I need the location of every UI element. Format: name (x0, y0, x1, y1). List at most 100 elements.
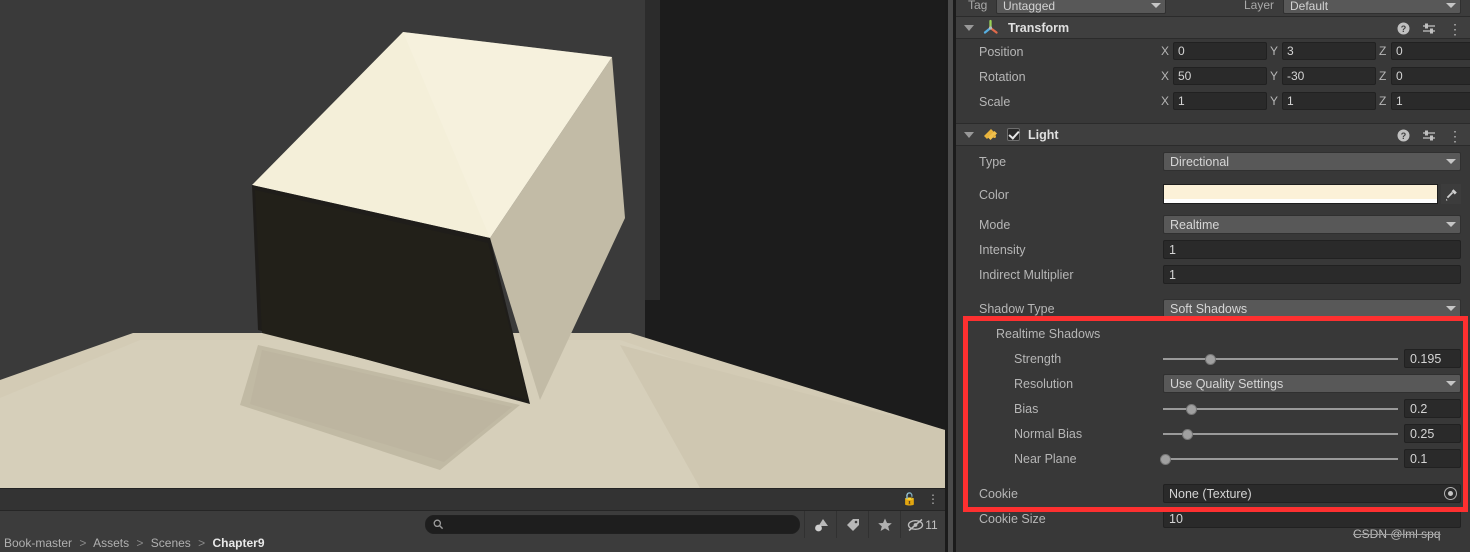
shadow-bias-row: Bias 0.2 (956, 396, 1470, 421)
panel-divider[interactable] (945, 0, 956, 552)
light-bulb-rays-icon (984, 129, 997, 140)
transform-rotation-row: Rotation X 50 Y -30 Z 0 (956, 64, 1470, 89)
realtime-shadows-label: Realtime Shadows (996, 326, 1101, 341)
scale-z-field[interactable]: 1 (1391, 92, 1470, 110)
breadcrumb-current[interactable]: Chapter9 (213, 538, 265, 550)
hidden-objects-button[interactable]: 11 (900, 511, 944, 539)
axis-y-label: Y (1270, 69, 1279, 83)
indirect-multiplier-field[interactable]: 1 (1163, 265, 1461, 284)
preset-settings-icon[interactable] (1422, 129, 1436, 142)
mode-value: Realtime (1170, 217, 1220, 232)
lock-icon[interactable]: 🔓 (902, 492, 917, 506)
scale-y-field[interactable]: 1 (1282, 92, 1376, 110)
near-plane-slider-track (1163, 458, 1398, 460)
shapes-icon (814, 519, 828, 532)
scene-viewport[interactable] (0, 0, 945, 488)
light-type-row: Type Directional (956, 146, 1470, 177)
position-label: Position (979, 44, 1024, 59)
light-enabled-checkbox[interactable] (1007, 128, 1020, 141)
chevron-down-icon (1446, 159, 1456, 164)
kebab-menu-icon[interactable]: ⋮ (927, 492, 939, 506)
light-component-header[interactable]: Light ? ⋮ (956, 123, 1470, 146)
cookie-size-field[interactable]: 10 (1163, 509, 1461, 528)
near-plane-slider[interactable] (1160, 446, 1398, 471)
normal-bias-value-field[interactable]: 0.25 (1404, 424, 1461, 443)
resolution-label: Resolution (1014, 376, 1074, 391)
scene-view-panel[interactable]: 🔓 ⋮ 11 Book-master > Assets > Scenes > C… (0, 0, 945, 552)
position-y-field[interactable]: 3 (1282, 42, 1376, 60)
shadow-type-dropdown[interactable]: Soft Shadows (1163, 299, 1461, 318)
hidden-objects-icon (908, 518, 924, 532)
normal-bias-slider[interactable] (1163, 421, 1398, 446)
search-input[interactable] (448, 518, 788, 531)
shadow-type-value: Soft Shadows (1170, 301, 1248, 316)
help-icon[interactable]: ? (1397, 22, 1410, 35)
shadow-near-plane-row: Near Plane 0.1 (956, 446, 1470, 471)
rotation-z-field[interactable]: 0 (1391, 67, 1470, 85)
strength-slider[interactable] (1163, 346, 1398, 371)
chevron-down-icon (1446, 381, 1456, 386)
resolution-dropdown[interactable]: Use Quality Settings (1163, 374, 1461, 393)
foldout-arrow-icon[interactable] (964, 24, 974, 31)
tag-dropdown[interactable]: Untagged (996, 0, 1166, 14)
normal-bias-slider-knob[interactable] (1181, 429, 1193, 440)
rotation-label: Rotation (979, 69, 1026, 84)
bias-slider-knob[interactable] (1186, 404, 1198, 415)
eyedropper-button[interactable] (1441, 184, 1461, 204)
scene-render (0, 0, 945, 488)
color-swatch (1164, 185, 1437, 199)
favorites-filter-button[interactable] (868, 511, 900, 539)
shapes-filter-button[interactable] (804, 511, 836, 539)
chevron-down-icon (1446, 306, 1456, 311)
type-dropdown[interactable]: Directional (1163, 152, 1461, 171)
search-field[interactable] (425, 515, 800, 534)
breadcrumb-part-0[interactable]: Book-master (4, 538, 72, 550)
layer-dropdown[interactable]: Default (1283, 0, 1461, 14)
breadcrumb-separator: > (198, 538, 206, 550)
help-icon[interactable]: ? (1397, 129, 1410, 142)
bias-slider[interactable] (1163, 396, 1398, 421)
strength-slider-track (1163, 358, 1398, 360)
tag-layer-row: Tag Untagged Layer Default (956, 0, 1470, 16)
strength-slider-knob[interactable] (1205, 354, 1216, 365)
shadow-normal-bias-row: Normal Bias 0.25 (956, 421, 1470, 446)
rotation-x-field[interactable]: 50 (1173, 67, 1267, 85)
rotation-y-field[interactable]: -30 (1282, 67, 1376, 85)
breadcrumb-part-1[interactable]: Assets (93, 538, 129, 550)
axis-x-label: X (1161, 94, 1170, 108)
position-x-field[interactable]: 0 (1173, 42, 1267, 60)
scale-label: Scale (979, 94, 1011, 109)
resolution-value: Use Quality Settings (1170, 376, 1284, 391)
axis-x-label: X (1161, 44, 1170, 58)
object-picker-icon[interactable] (1444, 487, 1457, 500)
chevron-down-icon (1151, 3, 1161, 8)
divider-grip[interactable] (948, 0, 953, 552)
near-plane-slider-knob[interactable] (1160, 454, 1172, 465)
axis-y-label: Y (1270, 94, 1279, 108)
preset-settings-icon[interactable] (1422, 22, 1436, 35)
color-swatch-field[interactable] (1163, 184, 1438, 204)
watermark: CSDN @lml spq (1353, 527, 1441, 541)
position-z-field[interactable]: 0 (1391, 42, 1470, 60)
breadcrumb: Book-master > Assets > Scenes > Chapter9 (0, 538, 945, 552)
foldout-arrow-icon[interactable] (964, 131, 974, 138)
tag-value: Untagged (1003, 0, 1056, 13)
near-plane-value-field[interactable]: 0.1 (1404, 449, 1461, 468)
cookie-object-field[interactable]: None (Texture) (1163, 484, 1461, 503)
mode-dropdown[interactable]: Realtime (1163, 215, 1461, 234)
tag-filter-button[interactable] (836, 511, 868, 539)
near-plane-label: Near Plane (1014, 451, 1077, 466)
layer-value: Default (1290, 0, 1329, 13)
intensity-field[interactable]: 1 (1163, 240, 1461, 259)
normal-bias-slider-track (1163, 433, 1398, 435)
axis-z-label: Z (1379, 44, 1387, 58)
breadcrumb-part-2[interactable]: Scenes (151, 538, 191, 550)
transform-component-header[interactable]: Transform ? ⋮ (956, 16, 1470, 39)
strength-value-field[interactable]: 0.195 (1404, 349, 1461, 368)
bias-value-field[interactable]: 0.2 (1404, 399, 1461, 418)
kebab-menu-icon[interactable]: ⋮ (1448, 129, 1462, 143)
scale-x-field[interactable]: 1 (1173, 92, 1267, 110)
eyedropper-icon (1445, 188, 1457, 201)
kebab-menu-icon[interactable]: ⋮ (1448, 22, 1462, 36)
indirect-multiplier-label: Indirect Multiplier (979, 267, 1074, 282)
